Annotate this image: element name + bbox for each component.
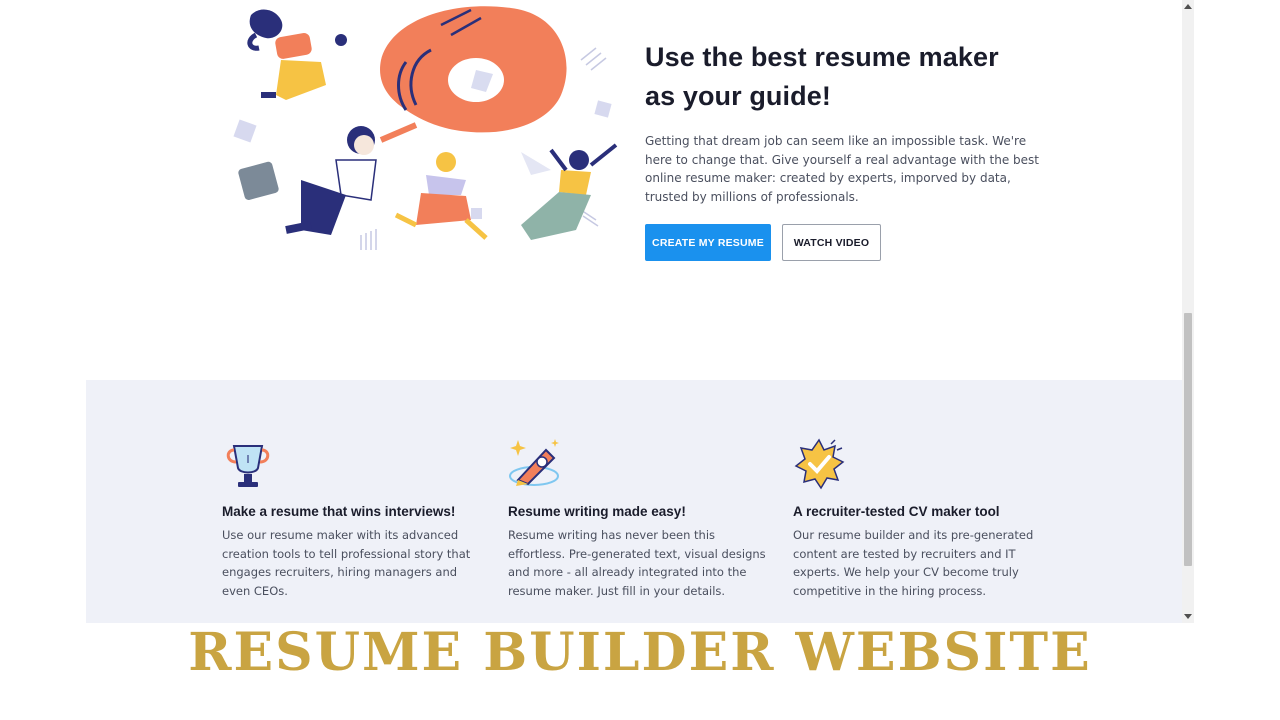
hero-text-block: Use the best resume maker as your guide!…: [645, 38, 1045, 206]
features-section: I Make a resume that wins interviews! Us…: [86, 380, 1182, 623]
hero-title: Use the best resume maker as your guide!: [645, 38, 1045, 116]
page-scrollbar[interactable]: [1182, 0, 1194, 623]
hero-title-line2: as your guide!: [645, 81, 831, 111]
watch-video-button[interactable]: WATCH VIDEO: [782, 224, 881, 261]
feature-card-writing: Resume writing made easy! Resume writing…: [508, 436, 768, 600]
pen-sparkle-icon: [509, 439, 559, 486]
hero-title-line1: Use the best resume maker: [645, 42, 999, 72]
browser-viewport: Use the best resume maker as your guide!…: [86, 0, 1194, 623]
feature-description: Resume writing has never been this effor…: [508, 528, 766, 598]
scroll-up-icon[interactable]: [1184, 4, 1192, 9]
hero-button-row: CREATE MY RESUME WATCH VIDEO: [645, 224, 881, 261]
feature-description: Use our resume maker with its advanced c…: [222, 528, 471, 598]
scroll-down-icon[interactable]: [1184, 614, 1192, 619]
create-resume-button[interactable]: CREATE MY RESUME: [645, 224, 771, 261]
scrollbar-thumb[interactable]: [1184, 313, 1192, 566]
feature-title: Make a resume that wins interviews!: [222, 504, 456, 519]
trophy-icon: I: [226, 445, 270, 487]
hero-description: Getting that dream job can seem like an …: [645, 134, 1039, 204]
hero-illustration: [233, 6, 618, 250]
svg-text:I: I: [246, 453, 249, 466]
feature-card-recruiter: A recruiter-tested CV maker tool Our res…: [793, 436, 1053, 600]
feature-description: Our resume builder and its pre-generated…: [793, 528, 1034, 598]
banner-title: RESUME BUILDER WEBSITE: [188, 622, 1092, 683]
checkmark-badge-icon: [794, 438, 845, 490]
feature-title: Resume writing made easy!: [508, 504, 686, 519]
feature-card-interviews: I Make a resume that wins interviews! Us…: [222, 436, 482, 600]
feature-title: A recruiter-tested CV maker tool: [793, 504, 1000, 519]
